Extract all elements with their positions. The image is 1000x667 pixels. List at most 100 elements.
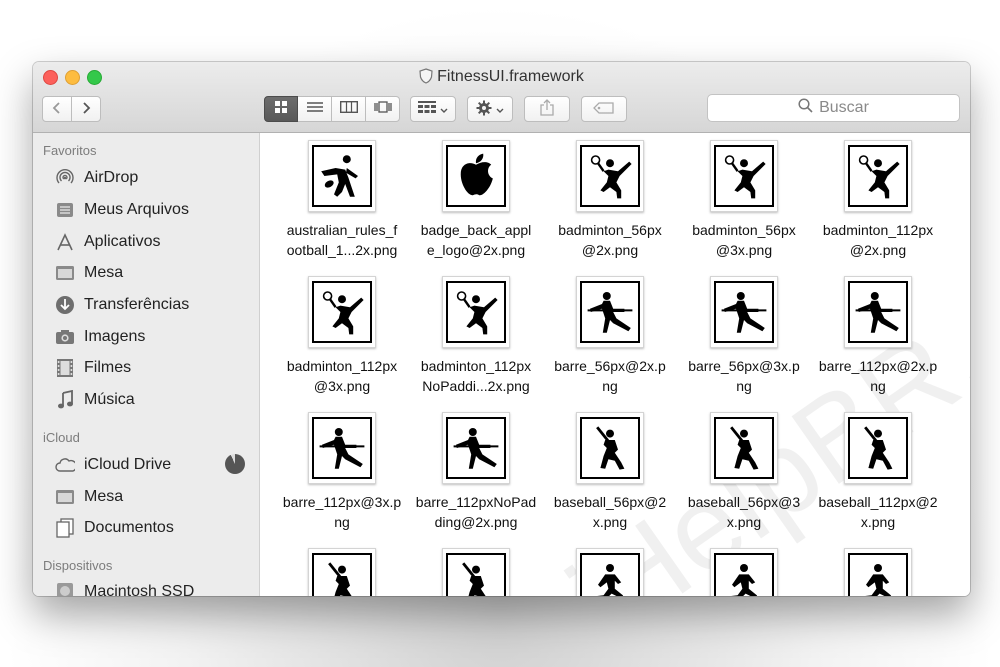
file-name-line-2: @3x.png bbox=[313, 378, 371, 394]
action-menu-button[interactable] bbox=[467, 96, 513, 122]
sidebar-item-all-files[interactable]: Meus Arquivos bbox=[55, 198, 189, 222]
file-item[interactable]: badge_back_appl e_logo@2x.png bbox=[408, 140, 544, 260]
file-name-line-1: barre_112px@3x.p bbox=[282, 494, 402, 510]
file-name-line-2: e_logo@2x.png bbox=[426, 242, 526, 258]
sidebar-item-icloud-drive[interactable]: iCloud Drive bbox=[55, 453, 171, 477]
sidebar-item-desktop[interactable]: Mesa bbox=[55, 261, 123, 285]
barre-icon bbox=[714, 281, 774, 343]
sidebar-item-movies[interactable]: Filmes bbox=[55, 356, 131, 380]
file-item[interactable]: barre_112px@3x.png bbox=[274, 412, 410, 532]
barre-icon bbox=[580, 281, 640, 343]
file-grid: iHelpBR.com australian_rules_f ootball_1.… bbox=[260, 133, 970, 596]
file-item[interactable] bbox=[408, 548, 544, 596]
file-item[interactable]: baseball_112px@2 x.png bbox=[810, 412, 946, 532]
file-item[interactable]: barre_112px@2x.p ng bbox=[810, 276, 946, 396]
all-files-icon bbox=[55, 200, 75, 220]
sidebar-item-documents[interactable]: Documentos bbox=[55, 516, 174, 540]
sidebar-item-label: Meus Arquivos bbox=[84, 201, 189, 218]
file-name-line-2: ng bbox=[334, 514, 350, 530]
file-item[interactable]: barre_56px@2x.p ng bbox=[542, 276, 678, 396]
file-item[interactable]: badminton_112px NoPaddi...2x.png bbox=[408, 276, 544, 396]
sidebar-item-macintosh-ssd[interactable]: Macintosh SSD bbox=[55, 580, 194, 596]
icon-view-button[interactable] bbox=[264, 96, 298, 122]
list-icon bbox=[306, 100, 323, 118]
barre-icon bbox=[312, 417, 372, 479]
baseball-icon bbox=[714, 417, 774, 479]
baseball-icon bbox=[580, 417, 640, 479]
file-name: barre_112px@2x.p ng bbox=[810, 356, 946, 396]
chevron-down-icon bbox=[440, 101, 448, 117]
file-thumbnail bbox=[442, 276, 510, 348]
list-view-button[interactable] bbox=[298, 96, 332, 122]
file-thumbnail bbox=[710, 276, 778, 348]
file-name-line-1: badge_back_appl bbox=[420, 222, 532, 238]
file-item[interactable] bbox=[810, 548, 946, 596]
sidebar-item-icloud-desktop[interactable]: Mesa bbox=[55, 485, 123, 509]
file-item[interactable] bbox=[274, 548, 410, 596]
tag-icon bbox=[593, 101, 615, 117]
file-item[interactable]: badminton_112px @2x.png bbox=[810, 140, 946, 260]
baseball-icon bbox=[848, 417, 908, 479]
edit-tags-button[interactable] bbox=[581, 96, 627, 122]
desktop-icon bbox=[55, 487, 75, 507]
file-item[interactable]: barre_56px@3x.p ng bbox=[676, 276, 812, 396]
chevron-down-icon bbox=[496, 101, 504, 117]
documents-icon bbox=[55, 518, 75, 538]
arrange-menu-button[interactable] bbox=[410, 96, 456, 122]
file-item[interactable] bbox=[676, 548, 812, 596]
cloud-icon bbox=[55, 455, 75, 475]
file-name: badminton_112px @2x.png bbox=[810, 220, 946, 260]
sidebar-item-airdrop[interactable]: AirDrop bbox=[55, 166, 138, 190]
forward-button[interactable] bbox=[71, 96, 101, 122]
file-name: baseball_56px@2 x.png bbox=[542, 492, 678, 532]
file-name-line-2: ding@2x.png bbox=[434, 514, 518, 530]
search-field[interactable]: Buscar bbox=[707, 94, 960, 122]
file-item[interactable]: australian_rules_f ootball_1...2x.png bbox=[274, 140, 410, 260]
sidebar-item-music[interactable]: Música bbox=[55, 388, 135, 412]
film-icon bbox=[55, 358, 75, 378]
downloads-icon bbox=[55, 295, 75, 315]
sidebar-item-label: Música bbox=[84, 391, 135, 408]
file-item[interactable]: badminton_112px @3x.png bbox=[274, 276, 410, 396]
column-view-button[interactable] bbox=[332, 96, 366, 122]
file-item[interactable] bbox=[542, 548, 678, 596]
icloud-sync-progress-icon bbox=[225, 454, 245, 474]
search-placeholder: Buscar bbox=[819, 99, 869, 116]
file-name-line-2: ng bbox=[736, 378, 752, 394]
sidebar-item-label: Transferências bbox=[84, 296, 190, 313]
file-item[interactable]: barre_112pxNoPad ding@2x.png bbox=[408, 412, 544, 532]
file-thumbnail bbox=[308, 276, 376, 348]
airdrop-icon bbox=[55, 168, 75, 188]
file-thumbnail bbox=[844, 140, 912, 212]
file-name-line-2: ootball_1...2x.png bbox=[286, 242, 398, 258]
file-item[interactable]: baseball_56px@2 x.png bbox=[542, 412, 678, 532]
gear-icon bbox=[476, 100, 492, 119]
sidebar-item-pictures[interactable]: Imagens bbox=[55, 325, 145, 349]
file-name: badminton_112px @3x.png bbox=[274, 356, 410, 396]
file-thumbnail bbox=[710, 412, 778, 484]
file-item[interactable]: baseball_56px@3 x.png bbox=[676, 412, 812, 532]
grid-icon bbox=[274, 100, 288, 119]
basketball-icon bbox=[848, 553, 908, 596]
file-item[interactable]: badminton_56px @2x.png bbox=[542, 140, 678, 260]
share-button[interactable] bbox=[524, 96, 570, 122]
file-name-line-1: barre_56px@2x.p bbox=[554, 358, 666, 374]
file-name-line-2: @2x.png bbox=[581, 242, 639, 258]
sidebar: Favoritos AirDrop Meus Arquivos Aplicati… bbox=[33, 133, 260, 596]
back-button[interactable] bbox=[42, 96, 72, 122]
sidebar-item-label: Mesa bbox=[84, 264, 124, 281]
file-thumbnail bbox=[308, 412, 376, 484]
file-name: badminton_112px NoPaddi...2x.png bbox=[408, 356, 544, 396]
file-name-line-1: australian_rules_f bbox=[286, 222, 398, 238]
file-name: australian_rules_f ootball_1...2x.png bbox=[274, 220, 410, 260]
file-thumbnail bbox=[576, 548, 644, 596]
finder-window: FitnessUI.framework Buscar Favoritos Air… bbox=[33, 62, 970, 596]
sidebar-item-applications[interactable]: Aplicativos bbox=[55, 230, 160, 254]
barre-icon bbox=[446, 417, 506, 479]
file-name: badge_back_appl e_logo@2x.png bbox=[408, 220, 544, 260]
cover-flow-button[interactable] bbox=[366, 96, 400, 122]
sidebar-item-downloads[interactable]: Transferências bbox=[55, 293, 189, 317]
file-name: badminton_56px @3x.png bbox=[676, 220, 812, 260]
file-item[interactable]: badminton_56px @3x.png bbox=[676, 140, 812, 260]
baseball-icon bbox=[446, 553, 506, 596]
